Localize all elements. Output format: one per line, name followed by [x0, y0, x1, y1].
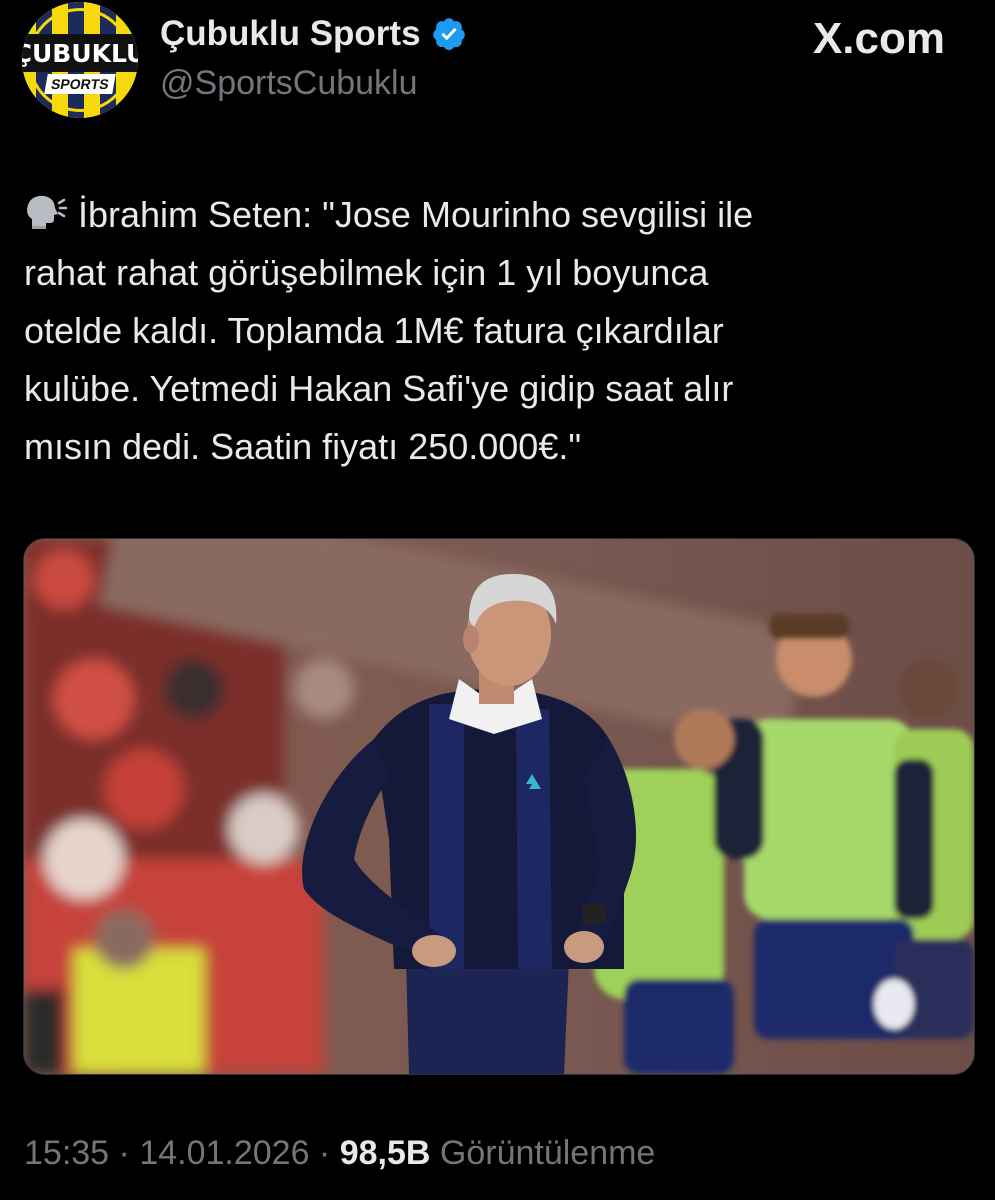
- tweet-line-5: mısın dedi. Saatin fiyatı 250.000€.": [24, 426, 582, 467]
- avatar[interactable]: ÇUBUKLU SPORTS: [22, 2, 138, 118]
- tweet-line-2: rahat rahat görüşebilmek için 1 yıl boyu…: [24, 252, 709, 293]
- tweet-date[interactable]: 14.01.2026: [139, 1134, 309, 1172]
- tweet-meta: 15:35 · 14.01.2026 · 98,5B Görüntülenme: [24, 1134, 655, 1173]
- views-label: Görüntülenme: [439, 1134, 656, 1172]
- tweet-time[interactable]: 15:35: [24, 1134, 109, 1172]
- avatar-logo-text: ÇUBUKLU: [22, 34, 138, 72]
- x-logo: X.com: [813, 14, 945, 64]
- user-handle[interactable]: @SportsCubuklu: [160, 64, 418, 103]
- tweet-line-1-text: İbrahim Seten: "Jose Mourinho sevgilisi …: [78, 194, 754, 235]
- tweet-line-1: İbrahim Seten: "Jose Mourinho sevgilisi …: [24, 186, 964, 244]
- tweet-text: İbrahim Seten: "Jose Mourinho sevgilisi …: [24, 186, 964, 476]
- meta-separator: ·: [309, 1134, 340, 1172]
- display-name-text: Çubuklu Sports: [160, 14, 421, 53]
- tweet-photo[interactable]: [23, 538, 975, 1075]
- speaking-head-icon: [27, 195, 68, 229]
- tweet-line-4: kulübe. Yetmedi Hakan Safi'ye gidip saat…: [24, 368, 734, 409]
- verified-badge-icon: [432, 18, 465, 51]
- view-count: 98,5B: [339, 1134, 431, 1172]
- site-label: X.com: [812, 14, 945, 63]
- display-name[interactable]: Çubuklu Sports: [160, 14, 467, 54]
- avatar-logo-subtext: SPORTS: [44, 74, 116, 94]
- photo-coach-on-sideline-icon: [24, 539, 974, 1074]
- meta-separator: ·: [109, 1134, 140, 1172]
- tweet-line-3: otelde kaldı. Toplamda 1M€ fatura çıkard…: [24, 310, 724, 351]
- tweet-header: ÇUBUKLU SPORTS Çubuklu Sports @SportsCub…: [0, 0, 995, 130]
